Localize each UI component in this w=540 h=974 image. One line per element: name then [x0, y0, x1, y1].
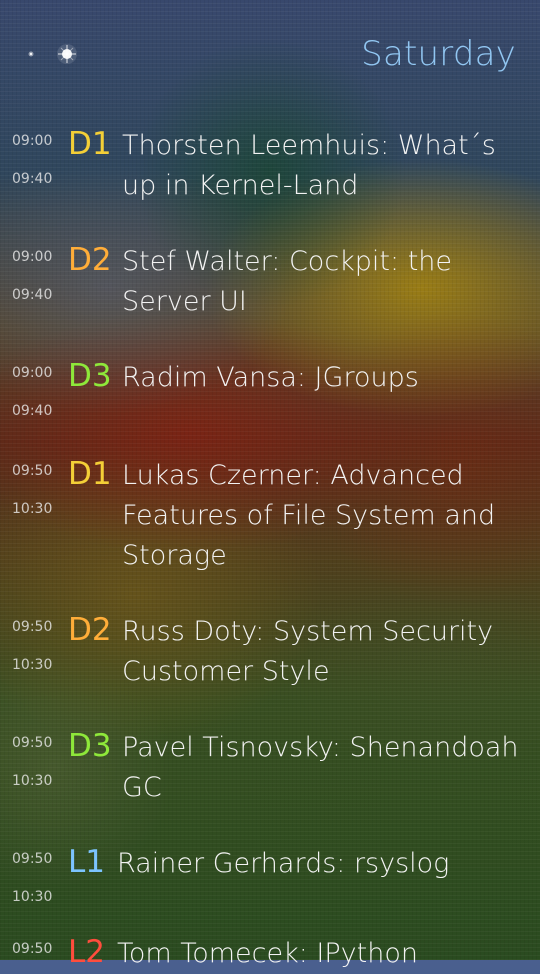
event-title: Pavel Tisnovsky: Shenandoah GC	[122, 732, 519, 803]
end-time: 10:30	[12, 773, 53, 789]
event-title: Russ Doty: System Security Customer Styl…	[122, 616, 494, 687]
room-label: D3	[68, 358, 112, 394]
event-title: Tom Tomecek: IPython	[117, 938, 418, 969]
start-time: 09:00	[12, 249, 53, 265]
room-label: L2	[68, 934, 105, 970]
page-title: Saturday	[361, 34, 516, 74]
end-time: 09:40	[12, 403, 53, 419]
page-indicator-icon	[22, 44, 92, 64]
start-time: 09:00	[12, 365, 53, 381]
room-label: D1	[68, 456, 112, 492]
room-label: D1	[68, 126, 112, 162]
end-time: 09:40	[12, 171, 53, 187]
end-time: 10:30	[12, 657, 53, 673]
end-time: 10:30	[12, 501, 53, 517]
event-title: Thorsten Leemhuis: What´s up in Kernel-L…	[122, 130, 496, 201]
header: Saturday	[0, 0, 540, 110]
event-title: Radim Vansa: JGroups	[122, 362, 419, 393]
start-time: 09:50	[12, 941, 53, 957]
start-time: 09:50	[12, 463, 53, 479]
start-time: 09:00	[12, 133, 53, 149]
event-title: Rainer Gerhards: rsyslog	[117, 848, 450, 879]
end-time: 10:30	[12, 889, 53, 905]
end-time: 09:40	[12, 287, 53, 303]
start-time: 09:50	[12, 851, 53, 867]
event-title: Stef Walter: Cockpit: the Server UI	[122, 246, 453, 317]
event-title: Lukas Czerner: Advanced Features of File…	[122, 460, 496, 571]
room-label: D3	[68, 728, 112, 764]
room-label: D2	[68, 612, 112, 648]
room-label: D2	[68, 242, 112, 278]
start-time: 09:50	[12, 619, 53, 635]
room-label: L1	[68, 844, 105, 880]
start-time: 09:50	[12, 735, 53, 751]
